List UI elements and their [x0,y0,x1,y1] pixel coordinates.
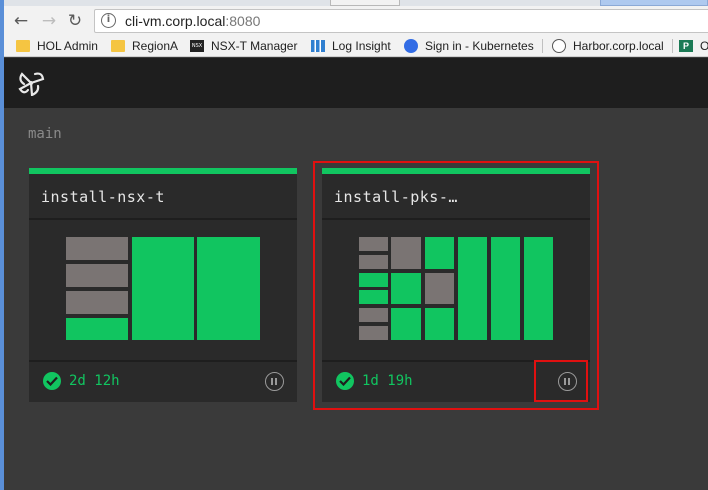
bookmark-label: O [700,39,708,53]
bookmark-harbor[interactable]: Harbor.corp.local [552,38,664,54]
bookmark-label: Harbor.corp.local [573,39,664,53]
p-icon: P [679,40,693,52]
bookmark-log-insight[interactable]: Log Insight [311,38,391,54]
browser-toolbar: ← → ↻ i cli-vm.corp.local:8080 [4,6,708,35]
bookmark-regiona[interactable]: RegionA [111,38,178,54]
concourse-logo-icon[interactable] [16,70,46,96]
pipeline-name[interactable]: install-nsx-t [41,188,165,206]
pause-icon[interactable] [265,372,284,391]
bookmark-kubernetes[interactable]: Sign in - Kubernetes [404,38,534,54]
bookmark-o[interactable]: P O [679,38,708,54]
highlight-box-pause [534,360,588,402]
bookmark-label: Log Insight [332,39,391,53]
job-box[interactable] [66,318,128,340]
info-icon[interactable]: i [101,13,116,28]
job-box[interactable] [66,237,128,260]
bookmark-hol-admin[interactable]: HOL Admin [16,38,98,54]
job-box[interactable] [197,237,260,340]
nsx-icon: NSX [190,40,204,52]
job-box[interactable] [132,237,194,340]
pipeline-card[interactable]: install-nsx-t 2d 12h [29,168,297,402]
team-name: main [28,126,62,142]
job-box[interactable] [66,291,128,314]
bookmarks-bar: HOL Admin RegionA NSX NSX-T Manager Log … [4,35,708,57]
folder-icon [16,40,30,52]
app-top-bar [4,58,708,108]
bookmark-nsx-t-manager[interactable]: NSX NSX-T Manager [190,38,297,54]
success-check-icon [43,372,61,390]
forward-button[interactable]: → [38,10,60,32]
address-text: cli-vm.corp.local:8080 [125,13,261,29]
folder-icon [111,40,125,52]
bookmark-label: NSX-T Manager [211,39,298,53]
address-bar[interactable]: i cli-vm.corp.local:8080 [94,9,708,33]
back-button[interactable]: ← [10,10,32,32]
pipeline-preview[interactable] [29,220,297,360]
bookmark-label: HOL Admin [37,39,98,53]
harbor-icon [552,39,566,53]
bookmark-label: Sign in - Kubernetes [425,39,534,53]
dashboard: main install-nsx-t 2d 12h install-pks-… [4,108,708,490]
status-bar [29,168,297,174]
log-insight-icon [311,40,325,52]
reload-button[interactable]: ↻ [64,10,86,32]
job-box[interactable] [66,264,128,287]
status-duration: 2d 12h [69,373,120,389]
bookmark-label: RegionA [132,39,179,53]
kubernetes-icon [404,39,418,53]
bookmark-separator [542,39,543,53]
bookmark-separator [672,39,673,53]
card-footer: 2d 12h [29,362,297,402]
